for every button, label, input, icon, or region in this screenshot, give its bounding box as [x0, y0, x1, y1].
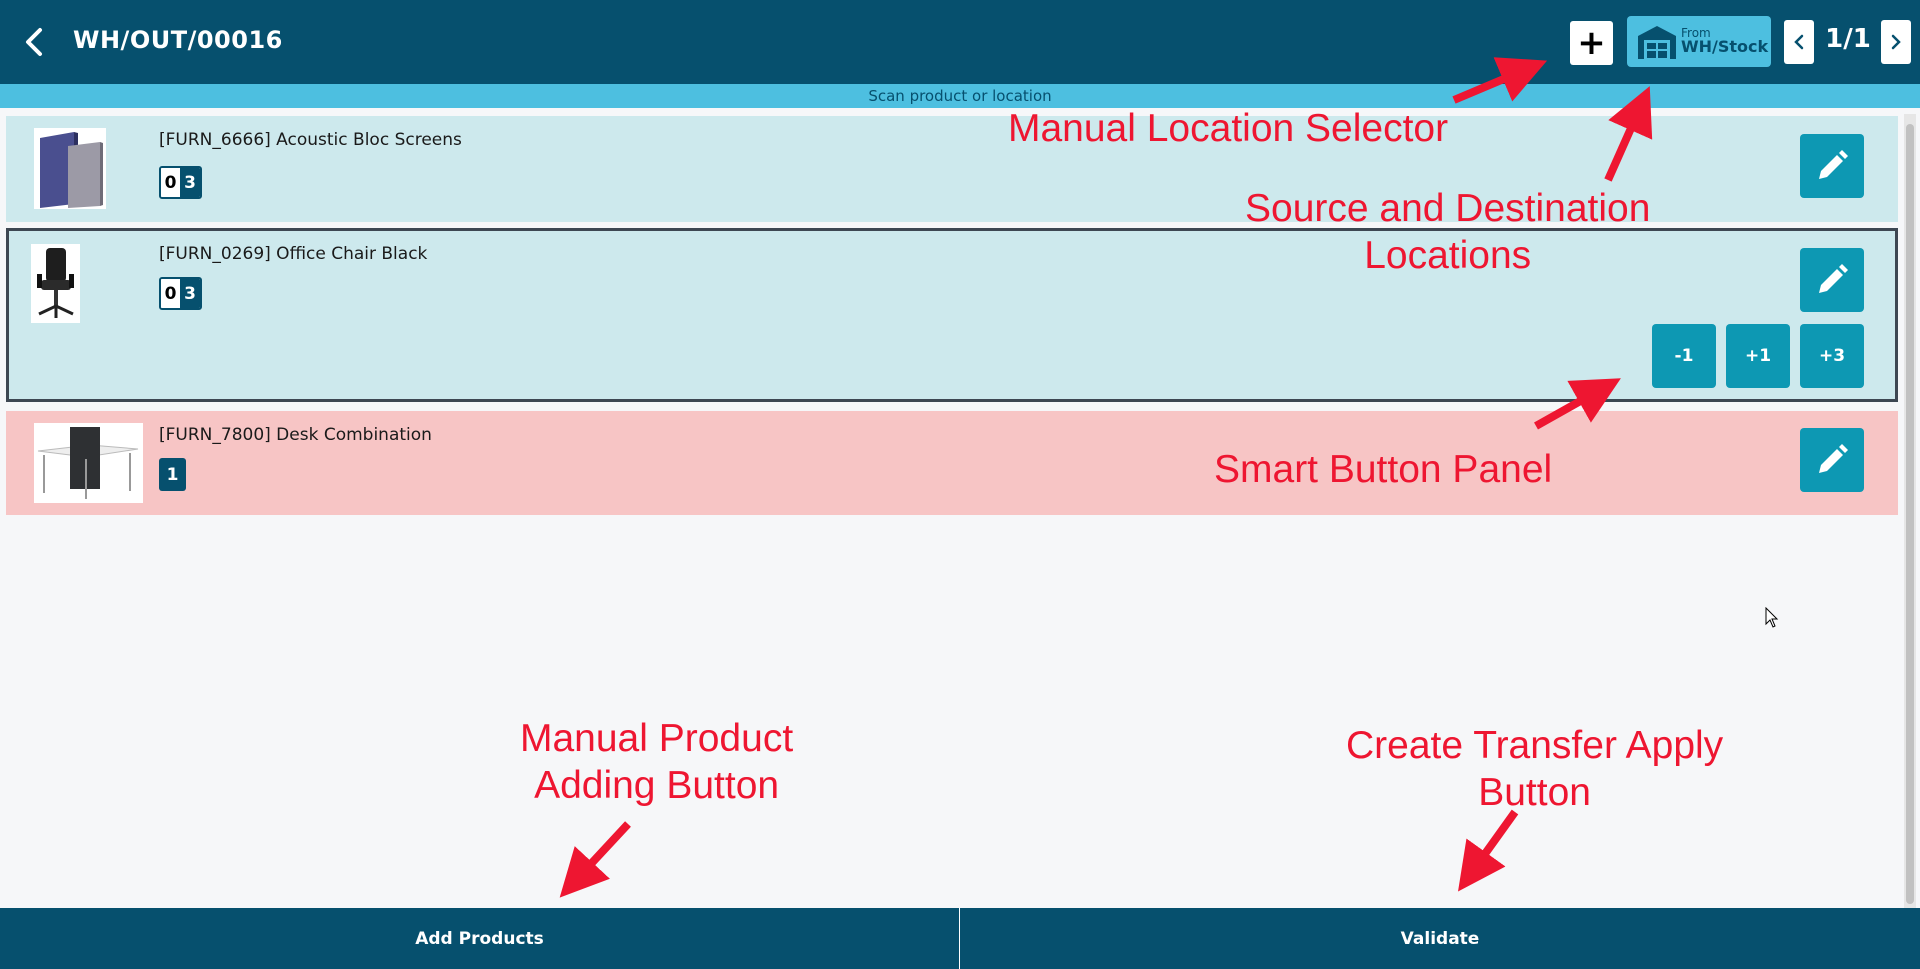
quantity-badge: 1	[159, 458, 186, 491]
annotation-line: Source and Destination	[1245, 187, 1651, 230]
edit-button[interactable]	[1800, 428, 1864, 492]
annotation-line: Locations	[1364, 233, 1532, 277]
arrow-to-add-products	[559, 821, 631, 898]
annotation-smart-panel: Smart Button Panel	[1214, 448, 1553, 491]
add-products-button[interactable]: Add Products	[0, 908, 959, 969]
chevron-right-icon	[1891, 34, 1901, 50]
warehouse-icon	[1638, 25, 1676, 59]
scan-instruction-bar: Scan product or location	[0, 84, 1920, 108]
next-page-button[interactable]	[1881, 20, 1911, 64]
annotation-line: Create Transfer Apply	[1346, 724, 1724, 767]
back-button[interactable]	[14, 22, 54, 62]
mouse-cursor-icon	[1765, 607, 1779, 628]
back-arrow-icon	[26, 28, 42, 56]
quantity-badge: 0 3	[159, 166, 202, 199]
product-row[interactable]: [FURN_7800] Desk Combination 1	[6, 411, 1898, 515]
product-name: [FURN_7800] Desk Combination	[159, 425, 432, 445]
pencil-icon	[1819, 150, 1848, 179]
scrollbar-thumb[interactable]	[1906, 124, 1914, 904]
decrement-one-button[interactable]: -1	[1652, 324, 1716, 388]
product-name: [FURN_6666] Acoustic Bloc Screens	[159, 130, 462, 150]
quantity-total: 3	[180, 279, 200, 308]
edit-button[interactable]	[1800, 134, 1864, 198]
location-text: From WH/Stock	[1681, 27, 1768, 56]
arrow-to-validate	[1458, 809, 1519, 892]
quantity-badge: 0 3	[159, 277, 202, 310]
edit-button[interactable]	[1800, 248, 1864, 312]
annotation-line: Button	[1478, 770, 1591, 814]
add-button[interactable]: +	[1570, 21, 1613, 65]
location-selector-button[interactable]: From WH/Stock	[1627, 16, 1771, 67]
annotation-line: Adding Button	[534, 763, 780, 807]
annotation-source-destination: Source and Destination Locations	[1245, 186, 1650, 280]
pencil-icon	[1819, 444, 1848, 473]
top-bar: WH/OUT/00016 + From WH/Stock 1/1	[0, 0, 1920, 84]
product-image-acoustic-screens	[34, 128, 106, 209]
annotation-manual-product: Manual Product Adding Button	[520, 716, 793, 810]
pencil-icon	[1819, 264, 1848, 293]
increment-three-button[interactable]: +3	[1800, 324, 1864, 388]
chevron-left-icon	[1794, 34, 1804, 50]
quantity-total: 3	[180, 168, 200, 197]
product-image-office-chair	[31, 244, 80, 323]
product-name: [FURN_0269] Office Chair Black	[159, 244, 428, 264]
increment-one-button[interactable]: +1	[1726, 324, 1790, 388]
page-title: WH/OUT/00016	[73, 26, 283, 54]
product-image-desk-combination	[34, 423, 143, 503]
annotation-manual-location: Manual Location Selector	[1008, 107, 1449, 150]
annotation-create-transfer: Create Transfer Apply Button	[1346, 723, 1723, 817]
quantity-done: 0	[161, 279, 180, 308]
annotation-line: Manual Product	[520, 717, 794, 760]
previous-page-button[interactable]	[1784, 20, 1814, 64]
quantity-done: 0	[161, 168, 180, 197]
validate-button[interactable]: Validate	[960, 908, 1920, 969]
page-counter: 1/1	[1825, 24, 1871, 54]
location-name: WH/Stock	[1681, 37, 1769, 57]
